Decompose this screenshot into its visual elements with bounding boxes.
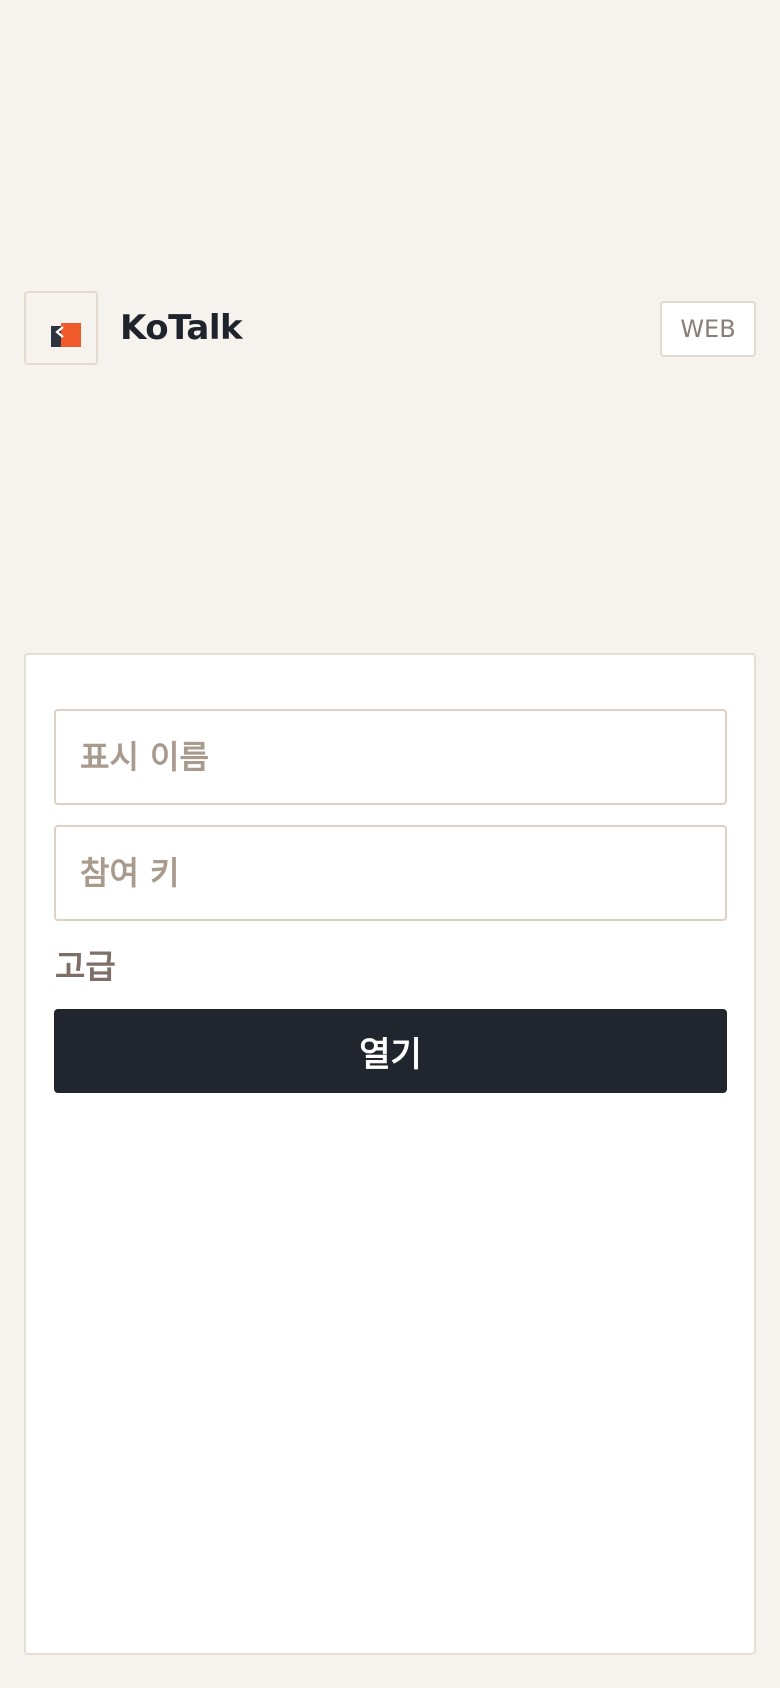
web-badge: WEB bbox=[660, 301, 756, 357]
advanced-toggle[interactable]: 고급 bbox=[55, 945, 116, 989]
open-button[interactable]: 열기 bbox=[54, 1009, 727, 1093]
app-title: KoTalk bbox=[120, 308, 243, 348]
logo-mark bbox=[51, 323, 81, 347]
display-name-input[interactable] bbox=[54, 709, 727, 805]
join-card: 고급 열기 bbox=[24, 653, 756, 1655]
join-key-input[interactable] bbox=[54, 825, 727, 921]
app-header: KoTalk WEB bbox=[24, 291, 756, 368]
kotalk-logo-icon bbox=[24, 291, 98, 365]
